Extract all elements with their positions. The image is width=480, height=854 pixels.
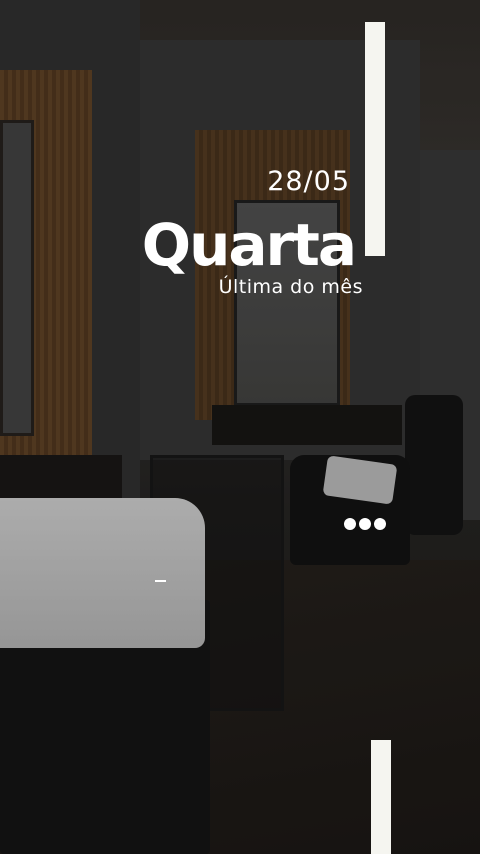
story-title: Quarta — [141, 211, 357, 279]
dot — [374, 518, 386, 530]
dark-overlay — [0, 0, 480, 854]
decorative-bar-top — [365, 22, 385, 256]
story-subtitle: Última do mês — [218, 276, 363, 298]
story-date: 28/05 — [267, 166, 350, 197]
salon-background-photo — [0, 0, 480, 854]
decorative-bar-bottom — [371, 740, 391, 854]
dot — [344, 518, 356, 530]
dot — [359, 518, 371, 530]
dash-mark — [155, 580, 166, 582]
more-dots-icon[interactable] — [344, 518, 386, 530]
